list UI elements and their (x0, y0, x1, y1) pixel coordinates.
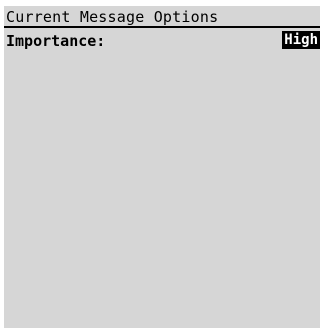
options-panel: Current Message Options Importance: High (4, 6, 320, 328)
importance-option-row[interactable]: Importance: High (4, 30, 320, 50)
importance-label: Importance: (6, 32, 106, 50)
importance-value-selector[interactable]: High (282, 31, 320, 49)
screen-header: Current Message Options (4, 6, 320, 28)
screen-title: Current Message Options (6, 8, 219, 26)
screen: Current Message Options Importance: High (0, 0, 324, 328)
